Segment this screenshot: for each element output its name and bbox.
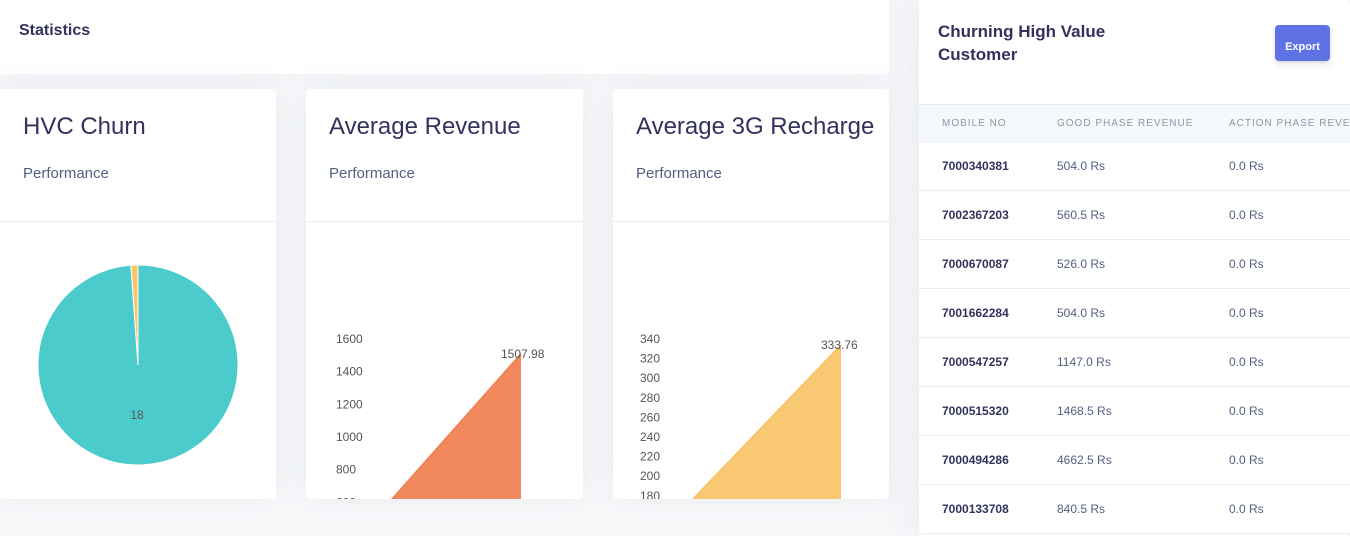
mobile-no-cell: 7000670087 (942, 257, 1009, 271)
action-phase-revenue-cell: 0.0 Rs (1229, 404, 1264, 418)
card-title: Average 3G Recharge (636, 113, 875, 140)
average-revenue-chart: 1600140012001000800600400480.321507.98Av… (336, 332, 545, 499)
good-phase-revenue-cell: 1147.0 Rs (1057, 355, 1111, 369)
y-tick-label: 600 (336, 495, 356, 499)
card-subtitle: Performance (23, 165, 109, 182)
mobile-no-cell: 7000547257 (942, 355, 1009, 369)
data-label: 1507.98 (501, 347, 545, 361)
mobile-no-cell: 7000340381 (942, 159, 1009, 173)
good-phase-revenue-cell: 526.0 Rs (1057, 257, 1106, 271)
y-tick-label: 320 (640, 352, 660, 366)
hvc-churn-pie-chart: TotalChurn158218 (37, 264, 239, 466)
y-tick-label: 1200 (336, 397, 363, 411)
good-phase-revenue-cell: 4662.5 Rs (1057, 453, 1112, 467)
table-row[interactable]: 7000340381 504.0 Rs 0.0 Rs (919, 142, 1350, 191)
y-tick-label: 240 (640, 430, 660, 444)
good-phase-revenue-cell: 504.0 Rs (1057, 159, 1106, 173)
action-phase-revenue-cell: 0.0 Rs (1229, 355, 1264, 369)
card-title: Average Revenue (329, 113, 521, 140)
column-header-good-phase-revenue[interactable]: Good Phase Revenue (1057, 118, 1193, 129)
y-tick-label: 1600 (336, 332, 363, 346)
table-row[interactable]: 7001662284 504.0 Rs 0.0 Rs (919, 289, 1350, 338)
table-row[interactable]: 7002367203 560.5 Rs 0.0 Rs (919, 191, 1350, 240)
export-button[interactable]: Export (1275, 25, 1330, 61)
mobile-no-cell: 7001662284 (942, 306, 1009, 320)
action-phase-revenue-cell: 0.0 Rs (1229, 159, 1264, 173)
table-row[interactable]: 7000547257 1147.0 Rs 0.0 Rs (919, 338, 1350, 387)
average-3g-recharge-chart: 340320300280260240220200180160140152.133… (640, 332, 858, 499)
card-subtitle: Performance (636, 165, 722, 182)
mobile-no-cell: 7000515320 (942, 404, 1009, 418)
table-row[interactable]: 7000515320 1468.5 Rs 0.0 Rs (919, 387, 1350, 436)
y-tick-label: 180 (640, 489, 660, 499)
churning-title: Churning High Value Customer (938, 22, 1106, 64)
action-phase-revenue-cell: 0.0 Rs (1229, 257, 1264, 271)
pie-data-label: 18 (130, 408, 144, 422)
churning-customers-panel: Churning High Value Customer Export Mobi… (919, 0, 1350, 536)
table-row[interactable]: 7000670087 526.0 Rs 0.0 Rs (919, 240, 1350, 289)
statistics-title: Statistics (19, 22, 91, 39)
column-header-action-phase-revenue[interactable]: Action Phase Revenue (1229, 118, 1350, 129)
y-tick-label: 1400 (336, 365, 363, 379)
good-phase-revenue-cell: 504.0 Rs (1057, 306, 1106, 320)
good-phase-revenue-cell: 1468.5 Rs (1057, 404, 1112, 418)
statistics-header: Statistics (0, 0, 889, 74)
y-tick-label: 260 (640, 410, 660, 424)
action-phase-revenue-cell: 0.0 Rs (1229, 208, 1264, 222)
action-phase-revenue-cell: 0.0 Rs (1229, 502, 1264, 516)
table-header: Mobile No Good Phase Revenue Action Phas… (919, 104, 1350, 142)
good-phase-revenue-cell: 560.5 Rs (1057, 208, 1106, 222)
y-tick-label: 300 (640, 371, 660, 385)
action-phase-revenue-cell: 0.0 Rs (1229, 453, 1264, 467)
mobile-no-cell: 7002367203 (942, 208, 1009, 222)
card-subtitle: Performance (329, 165, 415, 182)
action-phase-revenue-cell: 0.0 Rs (1229, 306, 1264, 320)
card-average-revenue: Average Revenue Performance 1600 1400 1200… (306, 89, 583, 499)
area-series (693, 345, 841, 499)
table-row[interactable]: 7000133708 840.5 Rs 0.0 Rs (919, 485, 1350, 534)
y-tick-label: 1000 (336, 430, 363, 444)
good-phase-revenue-cell: 840.5 Rs (1057, 502, 1106, 516)
y-tick-label: 220 (640, 450, 660, 464)
statistics-panel: Statistics HVC Churn Performance TotalCh… (0, 0, 889, 536)
y-tick-label: 280 (640, 391, 660, 405)
area-series (392, 354, 521, 499)
data-label: 333.76 (821, 338, 858, 352)
y-tick-label: 340 (640, 332, 660, 346)
mobile-no-cell: 7000494286 (942, 453, 1009, 467)
column-header-mobile-no[interactable]: Mobile No (942, 118, 1007, 129)
y-tick-label: 200 (640, 469, 660, 483)
card-hvc-churn: HVC Churn Performance TotalChurn158218 (0, 89, 276, 499)
card-title: HVC Churn (23, 113, 146, 140)
table-row[interactable]: 7000494286 4662.5 Rs 0.0 Rs (919, 436, 1350, 485)
table-body: 7000340381 504.0 Rs 0.0 Rs 7002367203 56… (919, 142, 1350, 534)
mobile-no-cell: 7000133708 (942, 502, 1009, 516)
card-average-3g: Average 3G Recharge Performance 340 320 30… (613, 89, 889, 499)
y-tick-label: 800 (336, 463, 356, 477)
